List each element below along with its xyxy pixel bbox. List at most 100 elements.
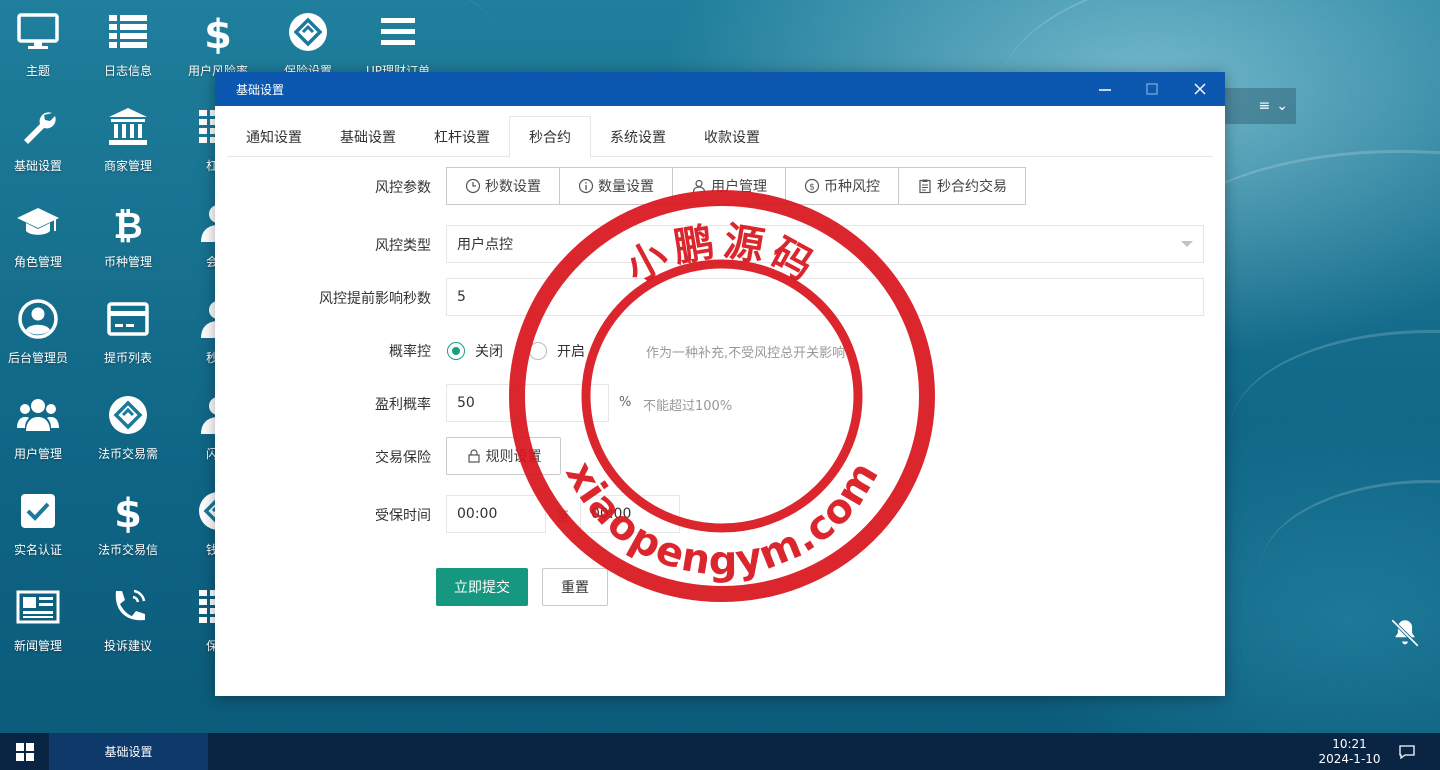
list-icon (86, 6, 170, 58)
bell-muted-icon[interactable] (1388, 616, 1422, 650)
taskbar-clock[interactable]: 10:21 2024-1-10 (1312, 737, 1387, 767)
desktop-icon[interactable]: 商家管理 (86, 101, 170, 191)
probability-label: 概率控 (389, 344, 431, 360)
insured-time-separator: 至 (556, 510, 570, 525)
tab[interactable]: 杠杆设置 (415, 116, 509, 157)
info-icon (578, 178, 598, 194)
tab[interactable]: 系统设置 (591, 116, 685, 157)
risk-param-button-label: 币种风控 (824, 179, 880, 195)
profit-rate-input[interactable]: 50 (446, 384, 609, 422)
chevron-down-icon[interactable]: ⌄ (1276, 98, 1288, 114)
desktop-icon-label: 投诉建议 (103, 639, 152, 653)
svg-text:$: $ (204, 12, 232, 54)
radio-checked-icon (447, 342, 465, 360)
start-button[interactable] (0, 733, 49, 770)
wrench-icon (0, 101, 80, 153)
risk-param-button[interactable]: 秒数设置 (447, 168, 560, 204)
risk-param-button[interactable]: 秒合约交易 (899, 168, 1025, 204)
window-title: 基础设置 (236, 82, 285, 97)
desktop-icon[interactable]: 主题 (0, 6, 80, 96)
desktop-icon[interactable]: 角色管理 (0, 197, 80, 287)
risk-param-button[interactable]: $ 币种风控 (786, 168, 899, 204)
clock-icon (465, 178, 485, 194)
desktop-icon[interactable]: 实名认证 (0, 485, 80, 575)
bank-icon (86, 101, 170, 153)
risk-param-button[interactable]: 用户管理 (673, 168, 786, 204)
desktop-icon-label: 新闻管理 (13, 639, 62, 653)
clock-date: 2024-1-10 (1318, 752, 1381, 766)
notification-button[interactable] (1392, 733, 1422, 770)
desktop-icon[interactable]: 投诉建议 (86, 581, 170, 671)
close-button[interactable] (1176, 72, 1224, 106)
probability-off-radio[interactable]: 关闭 (447, 341, 503, 361)
minimize-icon (1099, 89, 1111, 91)
risk-type-value: 用户点控 (457, 237, 513, 253)
phone-icon (86, 581, 170, 633)
user-circle-icon (0, 293, 80, 345)
maximize-button[interactable] (1128, 72, 1176, 106)
risk-param-button[interactable]: 数量设置 (560, 168, 673, 204)
clock-time: 10:21 (1332, 737, 1367, 751)
desktop-icon[interactable]: $ 法币交易信 (86, 485, 170, 575)
desktop-icon-label: 主题 (25, 64, 50, 78)
rule-settings-button[interactable]: 规则设置 (446, 437, 561, 475)
close-icon (1194, 83, 1206, 95)
risk-params-button-group: 秒数设置 数量设置 用户管理 $ 币种风控 秒合约交易 (446, 167, 1026, 205)
chat-bubble-icon (1399, 744, 1415, 759)
risk-params-label: 风控参数 (375, 180, 431, 196)
probability-on-radio[interactable]: 开启 (529, 341, 585, 361)
risk-type-select[interactable]: 用户点控 (446, 225, 1204, 263)
probability-hint: 作为一种补充,不受风控总开关影响 (646, 346, 846, 361)
advance-seconds-label: 风控提前影响秒数 (319, 291, 431, 307)
desktop-icon[interactable]: 日志信息 (86, 6, 170, 96)
window-titlebar[interactable]: 基础设置 (215, 72, 1225, 106)
diamond-logo-icon (266, 6, 350, 58)
right-toolbar[interactable]: ≡ ⌄ (1225, 88, 1296, 124)
submit-button[interactable]: 立即提交 (436, 568, 528, 606)
desktop-icon[interactable]: ₿ 币种管理 (86, 197, 170, 287)
maximize-icon (1146, 83, 1158, 95)
minimize-button[interactable] (1081, 72, 1129, 106)
desktop-icon[interactable]: 新闻管理 (0, 581, 80, 671)
credit-card-icon (86, 293, 170, 345)
desktop-icon[interactable]: 基础设置 (0, 101, 80, 191)
tab[interactable]: 通知设置 (227, 116, 321, 157)
desktop-icon[interactable]: 提币列表 (86, 293, 170, 383)
menu-icon (356, 6, 440, 58)
users-icon (0, 389, 80, 441)
profit-rate-hint: 不能超过100% (643, 399, 733, 414)
insured-time-start-input[interactable]: 00:00 (446, 495, 546, 533)
clipboard-icon (917, 178, 937, 194)
desktop-icon-label: 法币交易需 (97, 447, 158, 461)
rule-settings-label: 规则设置 (485, 449, 542, 465)
desktop-icon[interactable]: 用户管理 (0, 389, 80, 479)
reset-button[interactable]: 重置 (542, 568, 608, 606)
risk-param-button-label: 数量设置 (598, 179, 654, 195)
profit-rate-label: 盈利概率 (375, 397, 431, 413)
bitcoin-icon: ₿ (86, 197, 170, 249)
insurance-label: 交易保险 (375, 450, 431, 466)
desktop-icon-label: 法币交易信 (97, 543, 158, 557)
insured-time-end-input[interactable]: 00:00 (580, 495, 680, 533)
menu-icon[interactable]: ≡ (1259, 98, 1271, 114)
desktop-icon[interactable]: 法币交易需 (86, 389, 170, 479)
tab[interactable]: 秒合约 (509, 116, 591, 158)
graduation-cap-icon (0, 197, 80, 249)
risk-param-button-label: 秒数设置 (485, 179, 541, 195)
windows-logo-icon (15, 742, 34, 761)
profit-rate-unit: % (619, 395, 632, 410)
probability-off-label: 关闭 (475, 344, 503, 360)
desktop-icon-label: 币种管理 (103, 255, 152, 269)
desktop-icon-label: 用户管理 (13, 447, 62, 461)
advance-seconds-input[interactable]: 5 (446, 278, 1204, 316)
user-outline-icon (691, 178, 711, 194)
tab[interactable]: 收款设置 (685, 116, 779, 157)
taskbar-item-settings[interactable]: 基础设置 (49, 733, 208, 770)
probability-on-label: 开启 (557, 344, 585, 360)
desktop-icon-label: 日志信息 (103, 64, 152, 78)
desktop-icon-label: 商家管理 (103, 159, 152, 173)
tab[interactable]: 基础设置 (321, 116, 415, 157)
caret-down-icon (1181, 241, 1193, 247)
desktop-icon[interactable]: 后台管理员 (0, 293, 80, 383)
desktop-icon-label: 基础设置 (13, 159, 62, 173)
